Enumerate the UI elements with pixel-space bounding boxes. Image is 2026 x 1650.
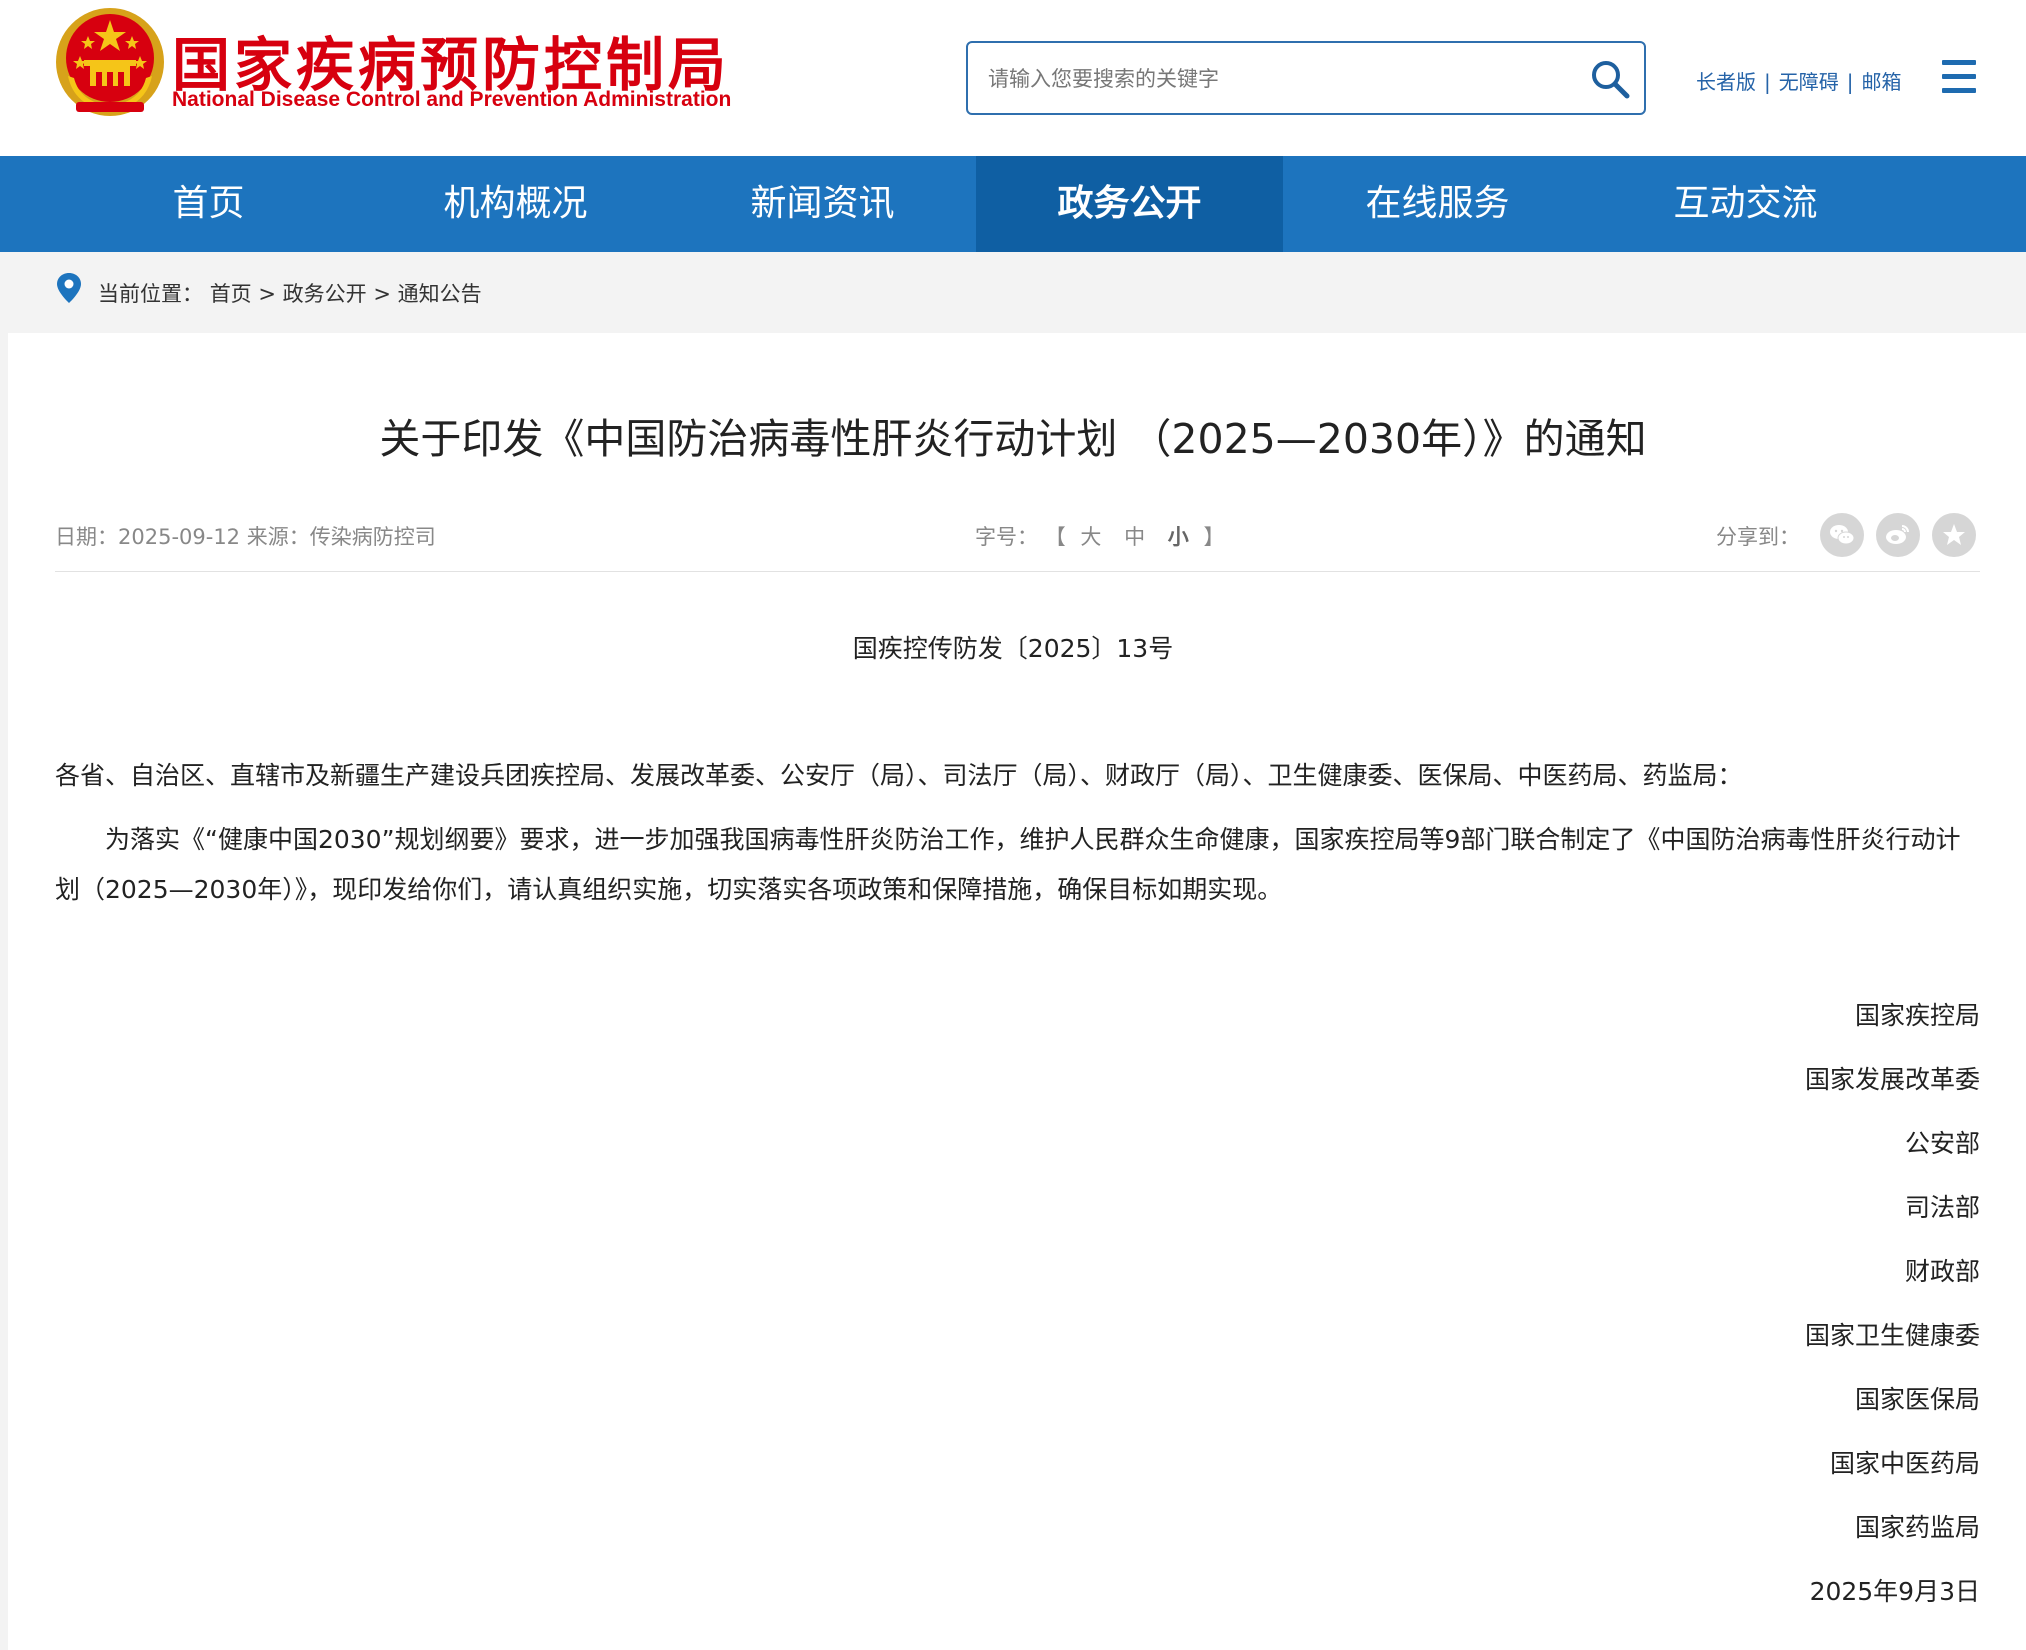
article-meta: 日期：2025-09-12 来源：传染病防控司 字号： 【 大 中 小 】 分享… bbox=[55, 513, 1980, 557]
nav-item-government-affairs[interactable]: 政务公开 bbox=[976, 156, 1283, 252]
wechat-icon[interactable] bbox=[1820, 513, 1864, 557]
nav-item-news[interactable]: 新闻资讯 bbox=[669, 156, 976, 252]
favorite-star-icon[interactable] bbox=[1932, 513, 1976, 557]
signatory: 国家医保局 bbox=[1854, 1385, 1980, 1414]
site-header: 国家疾病预防控制局 National Disease Control and P… bbox=[0, 0, 2026, 156]
font-size-control: 字号： 【 大 中 小 】 bbox=[975, 521, 1224, 551]
bracket-open: 【 bbox=[1044, 525, 1066, 549]
signatory: 国家药监局 bbox=[1854, 1513, 1980, 1542]
article-source: 传染病防控司 bbox=[309, 525, 436, 549]
share-label: 分享到： bbox=[1716, 525, 1800, 549]
nav-item-online-services[interactable]: 在线服务 bbox=[1284, 156, 1591, 252]
article-date-source: 日期：2025-09-12 来源：传染病防控司 bbox=[55, 521, 436, 551]
addressee-paragraph: 各省、自治区、直辖市及新疆生产建设兵团疾控局、发展改革委、公安厅（局）、司法厅（… bbox=[55, 761, 1743, 790]
source-label: 来源： bbox=[246, 525, 310, 549]
breadcrumb-label: 当前位置： bbox=[98, 282, 203, 306]
nav-item-interaction[interactable]: 互动交流 bbox=[1592, 156, 1899, 252]
main-nav: 首页 机构概况 新闻资讯 政务公开 在线服务 互动交流 bbox=[0, 156, 2026, 252]
font-size-label: 字号： bbox=[975, 525, 1038, 549]
elder-version-link[interactable]: 长者版 bbox=[1696, 70, 1756, 94]
article-container: 关于印发《中国防治病毒性肝炎行动计划 （2025—2030年）》的通知 日期：2… bbox=[8, 333, 2026, 1650]
meta-divider bbox=[55, 571, 1980, 572]
search-icon[interactable] bbox=[1588, 57, 1632, 101]
main-paragraph: 为落实《“健康中国2030”规划纲要》要求，进一步加强我国病毒性肝炎防治工作，维… bbox=[55, 825, 1961, 904]
site-title-en[interactable]: National Disease Control and Prevention … bbox=[172, 88, 731, 112]
accessibility-link[interactable]: 无障碍 bbox=[1779, 70, 1839, 94]
signatory: 国家发展改革委 bbox=[1804, 1065, 1980, 1094]
font-size-small-button[interactable]: 小 bbox=[1168, 525, 1189, 549]
breadcrumb-separator: > bbox=[258, 282, 276, 306]
font-size-large-button[interactable]: 大 bbox=[1080, 525, 1101, 549]
signatory: 公安部 bbox=[1904, 1129, 1980, 1158]
search-box bbox=[966, 41, 1646, 115]
bracket-close: 】 bbox=[1203, 525, 1225, 549]
article-title: 关于印发《中国防治病毒性肝炎行动计划 （2025—2030年）》的通知 bbox=[379, 415, 1647, 463]
signatory: 国家中医药局 bbox=[1829, 1449, 1980, 1478]
signatory: 国家疾控局 bbox=[1854, 1001, 1980, 1030]
document-number: 国疾控传防发〔2025〕13号 bbox=[852, 634, 1174, 663]
breadcrumb: 当前位置： 首页 > 政务公开 > 通知公告 bbox=[98, 278, 482, 308]
font-size-medium-button[interactable]: 中 bbox=[1124, 525, 1145, 549]
nav-item-home[interactable]: 首页 bbox=[55, 156, 362, 252]
article-date: 2025-09-12 bbox=[118, 525, 241, 549]
signatory: 司法部 bbox=[1904, 1193, 1980, 1222]
sign-date: 2025年9月3日 bbox=[1809, 1577, 1980, 1606]
signatory: 财政部 bbox=[1904, 1257, 1980, 1286]
breadcrumb-separator: > bbox=[373, 282, 391, 306]
share-control: 分享到： bbox=[1716, 521, 1800, 551]
search-input[interactable] bbox=[988, 61, 1548, 97]
breadcrumb-government-affairs[interactable]: 政务公开 bbox=[283, 282, 367, 306]
location-pin-icon bbox=[57, 273, 81, 303]
link-separator: | bbox=[1764, 70, 1771, 94]
signatory: 国家卫生健康委 bbox=[1804, 1321, 1980, 1350]
link-separator: | bbox=[1846, 70, 1854, 94]
national-emblem-logo[interactable] bbox=[54, 6, 166, 118]
email-link[interactable]: 邮箱 bbox=[1862, 70, 1902, 94]
breadcrumb-home[interactable]: 首页 bbox=[210, 282, 252, 306]
hamburger-menu-icon[interactable] bbox=[1942, 60, 1976, 96]
breadcrumb-bar: 当前位置： 首页 > 政务公开 > 通知公告 bbox=[0, 252, 2026, 330]
breadcrumb-notices[interactable]: 通知公告 bbox=[398, 282, 482, 306]
date-label: 日期： bbox=[55, 525, 118, 549]
top-links: 长者版 | 无障碍 | 邮箱 bbox=[1696, 66, 1902, 95]
weibo-icon[interactable] bbox=[1876, 513, 1920, 557]
nav-item-about[interactable]: 机构概况 bbox=[362, 156, 669, 252]
